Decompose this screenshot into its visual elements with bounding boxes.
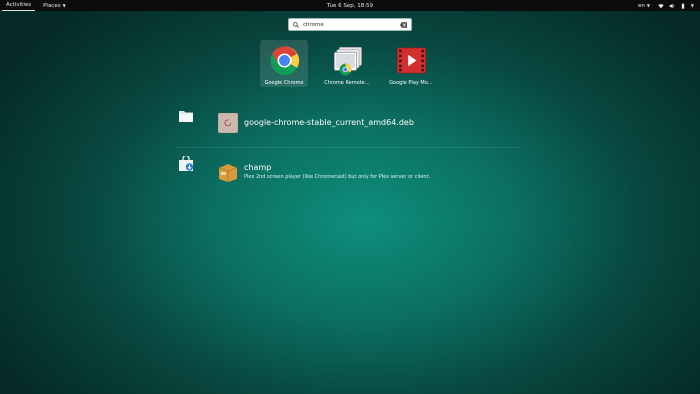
activities-button[interactable]: Activities [2, 0, 36, 11]
app-google-chrome[interactable]: Google Chrome [260, 40, 308, 87]
clear-search-icon[interactable] [400, 22, 407, 28]
system-menu[interactable]: ▼ [658, 2, 694, 9]
battery-icon [681, 2, 685, 9]
search-input[interactable] [303, 19, 399, 30]
activities-label: Activities [6, 2, 32, 8]
clock[interactable]: Tue 6 Sep, 18:59 [327, 3, 373, 9]
app-chrome-remote-desktop[interactable]: Chrome Remote… [323, 40, 371, 87]
app-label: Chrome Remote… [324, 80, 370, 86]
package-box-icon [218, 164, 238, 182]
app-google-play-movies[interactable]: Google Play Mo… [387, 40, 435, 87]
deb-package-icon [218, 113, 238, 133]
places-dropdown-icon: ▼ [62, 3, 66, 8]
clock-label: Tue 6 Sep, 18:59 [326, 2, 374, 9]
keyboard-layout-label: en [637, 2, 645, 9]
app-label: Google Play Mo… [389, 80, 433, 86]
result-description: Plex 2nd screen player (like Chromecast)… [244, 174, 431, 180]
keyboard-layout-menu[interactable]: en ▼ [638, 3, 650, 9]
places-menu[interactable]: Places ▼ [43, 3, 66, 9]
software-center-icon[interactable] [178, 156, 194, 172]
places-label: Places [43, 2, 61, 9]
app-label: Google Chrome [264, 80, 304, 86]
system-dropdown-icon: ▼ [690, 3, 694, 8]
result-title: google-chrome-stable_current_amd64.deb [244, 118, 414, 127]
result-title: champ [244, 163, 272, 172]
search-box[interactable] [288, 18, 412, 31]
volume-icon [669, 3, 675, 8]
files-icon[interactable] [178, 108, 194, 124]
google-play-movies-icon [396, 47, 426, 74]
chrome-remote-desktop-icon [333, 46, 362, 76]
search-icon [293, 21, 299, 28]
google-chrome-icon [269, 46, 299, 75]
top-bar: Activities Places ▼ Tue 6 Sep, 18:59 en … [0, 0, 700, 11]
keyboard-dropdown-icon: ▼ [646, 3, 650, 8]
wifi-icon [658, 3, 664, 8]
results-divider [176, 147, 520, 148]
